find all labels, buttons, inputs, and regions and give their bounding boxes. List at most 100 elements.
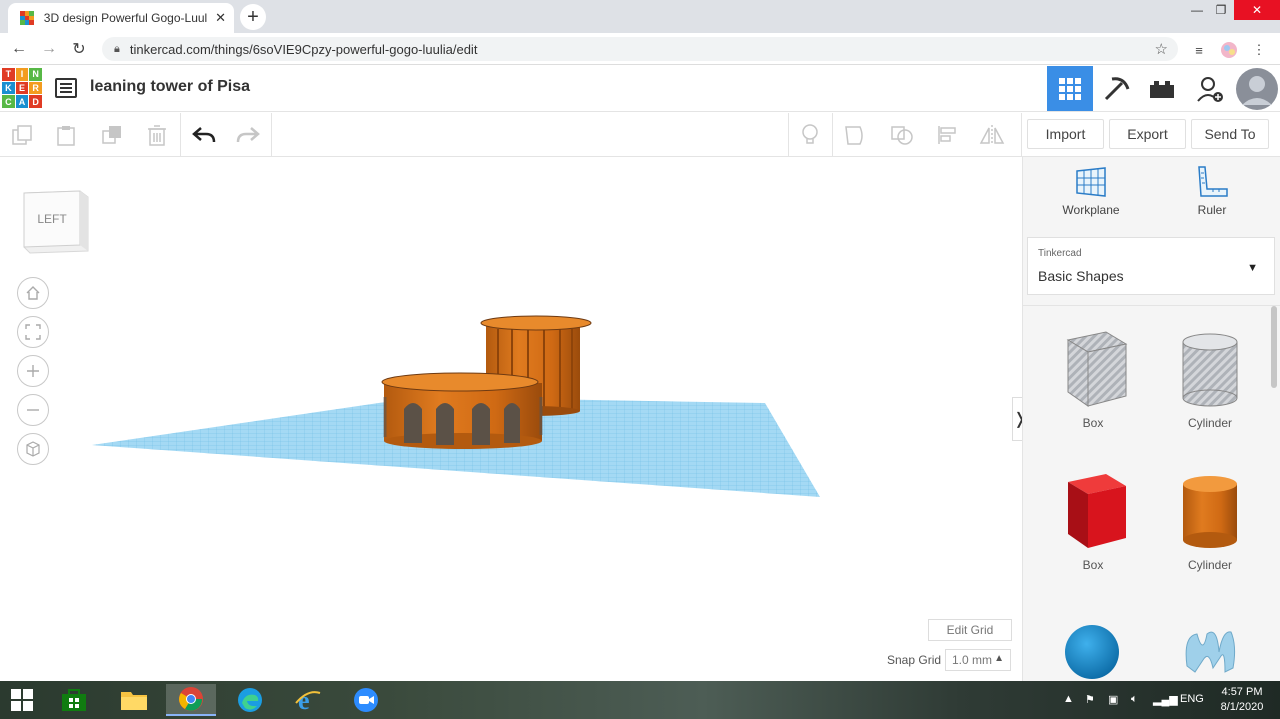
shape-cylinder-hole[interactable]: Cylinder [1160, 330, 1260, 460]
profile-avatar-icon[interactable] [1220, 41, 1238, 59]
tray-device-icon[interactable]: ▣ [1108, 693, 1118, 706]
internet-explorer-icon[interactable]: e [286, 684, 330, 716]
ruler-tool[interactable]: Ruler [1167, 165, 1257, 225]
tinkercad-logo[interactable]: T I N K E R C A D [2, 68, 42, 108]
maximize-button[interactable]: ❐ [1210, 0, 1232, 20]
3d-view-grid-icon[interactable] [1047, 66, 1093, 111]
volume-icon[interactable]: 🔈︎ [1131, 693, 1138, 706]
front-tower-cylinder[interactable] [381, 372, 543, 449]
logo-letter: C [2, 95, 15, 108]
lock-icon: 🔒︎ [114, 42, 120, 55]
toolbar-divider [832, 113, 833, 157]
language-indicator[interactable]: ENG [1180, 693, 1204, 705]
edit-grid-button[interactable]: Edit Grid [928, 619, 1012, 641]
toolbar-divider [1021, 113, 1022, 157]
snap-grid-select[interactable]: 1.0 mm ▲ [945, 649, 1011, 671]
edit-toolbar: Import Export Send To [0, 113, 1280, 157]
logo-letter: T [2, 68, 15, 81]
design-title[interactable]: leaning tower of Pisa [90, 78, 250, 96]
chrome-app-icon[interactable] [166, 684, 216, 716]
mirror-icon[interactable] [978, 121, 1006, 149]
tray-flag-icon[interactable]: ⚑ [1085, 693, 1095, 706]
logo-letter: I [15, 68, 29, 81]
shape-label: Cylinder [1187, 558, 1232, 572]
paste-icon[interactable] [52, 121, 80, 149]
bookmark-star-icon[interactable]: ☆ [1155, 40, 1168, 58]
add-user-icon[interactable] [1187, 66, 1233, 111]
chrome-menu-icon[interactable]: ⋮ [1250, 41, 1268, 59]
close-window-button[interactable]: ✕ [1234, 0, 1280, 20]
delete-icon[interactable] [143, 121, 171, 149]
duplicate-icon[interactable] [98, 121, 126, 149]
align-icon[interactable] [933, 121, 961, 149]
logo-letter: A [15, 95, 29, 108]
undo-icon[interactable] [190, 121, 218, 149]
send-to-button[interactable]: Send To [1191, 119, 1269, 149]
edge-app-icon[interactable] [228, 684, 272, 716]
shapes-scrollbar[interactable] [1271, 306, 1277, 388]
light-bulb-icon[interactable] [796, 121, 824, 149]
shape-cylinder[interactable]: Cylinder [1160, 472, 1260, 602]
forward-arrow-icon[interactable]: → [38, 38, 60, 60]
shape-box-hole[interactable]: Box [1043, 330, 1143, 460]
workplane-tool[interactable]: Workplane [1046, 165, 1136, 225]
scene-canvas[interactable] [0, 157, 1022, 681]
copy-icon[interactable] [8, 121, 36, 149]
snap-grid-value: 1.0 mm [952, 653, 993, 667]
cylinder-hole-icon [1182, 333, 1238, 407]
group-icon[interactable] [842, 121, 870, 149]
ruler-label: Ruler [1197, 203, 1227, 217]
logo-letter: K [2, 81, 15, 95]
browser-tab[interactable]: 3D design Powerful Gogo-Luulia ✕ [8, 3, 234, 33]
tab-close-icon[interactable]: ✕ [215, 10, 226, 26]
new-tab-button[interactable]: + [240, 4, 266, 30]
network-icon[interactable]: ▂▄▆ [1153, 693, 1178, 706]
file-explorer-icon[interactable] [112, 684, 156, 716]
shape-box[interactable]: Box [1043, 472, 1143, 602]
user-avatar[interactable] [1234, 66, 1280, 111]
workplane-label: Workplane [1062, 203, 1120, 217]
taskbar-clock[interactable]: 4:57 PM 8/1/2020 [1212, 685, 1272, 715]
playlist-icon[interactable]: ≡ [1190, 41, 1208, 59]
clock-date: 8/1/2020 [1220, 701, 1264, 713]
box-hole-icon [1066, 331, 1128, 407]
3d-workspace[interactable]: LEFT ❭ Edit Grid Snap Grid 1.0 mm ▲ [0, 157, 1028, 681]
bricks-icon[interactable] [1139, 66, 1185, 111]
reload-icon[interactable]: ↻ [68, 38, 90, 60]
box-red-icon [1068, 474, 1126, 548]
snap-grid-label: Snap Grid [887, 653, 942, 667]
tray-chevron-icon[interactable]: ▲ [1063, 693, 1074, 705]
shape-library-select[interactable]: Tinkercad Basic Shapes ▼ [1027, 237, 1275, 295]
windows-taskbar: e ▲ ⚑ ▣ 🔈︎ ▂▄▆ ENG 4:57 PM 8/1/2020 [0, 681, 1280, 719]
browser-tab-strip: 3D design Powerful Gogo-Luulia ✕ + — ❐ ✕ [0, 0, 1280, 33]
tinkercad-favicon-icon [20, 11, 34, 25]
toolbar-divider [271, 113, 272, 157]
tab-title: 3D design Powerful Gogo-Luulia [43, 11, 208, 25]
caret-up-icon: ▲ [994, 653, 1004, 664]
store-app-icon[interactable] [52, 684, 96, 716]
library-name: Basic Shapes [1038, 268, 1124, 284]
url-field[interactable]: 🔒︎ tinkercad.com/things/6soVIE9Cpzy-powe… [102, 37, 1178, 61]
shape-grid: Box Cylinder Box Cylinder [1023, 305, 1280, 681]
shape-sphere[interactable] [1043, 616, 1143, 681]
minimize-button[interactable]: — [1186, 0, 1208, 20]
design-list-icon[interactable] [55, 78, 77, 98]
pickaxe-icon[interactable] [1093, 66, 1139, 111]
redo-icon[interactable] [234, 121, 262, 149]
shapes-panel: Workplane Ruler Tinkercad Basic Shapes ▼… [1022, 157, 1280, 681]
logo-letter: E [15, 81, 29, 95]
shape-label: Cylinder [1187, 416, 1232, 430]
shape-label: Box [1082, 416, 1104, 430]
back-arrow-icon[interactable]: ← [8, 38, 30, 60]
ungroup-icon[interactable] [888, 121, 916, 149]
shape-scribble[interactable] [1160, 616, 1260, 681]
export-button[interactable]: Export [1109, 119, 1186, 149]
toolbar-divider [180, 113, 181, 157]
caret-down-icon: ▼ [1247, 262, 1258, 274]
zoom-app-icon[interactable] [344, 684, 388, 716]
cylinder-orange-icon [1183, 476, 1237, 548]
windows-start-icon[interactable] [0, 684, 44, 716]
import-button[interactable]: Import [1027, 119, 1104, 149]
address-bar: ← → ↻ 🔒︎ tinkercad.com/things/6soVIE9Cpz… [0, 33, 1280, 65]
logo-letter: N [29, 68, 42, 81]
